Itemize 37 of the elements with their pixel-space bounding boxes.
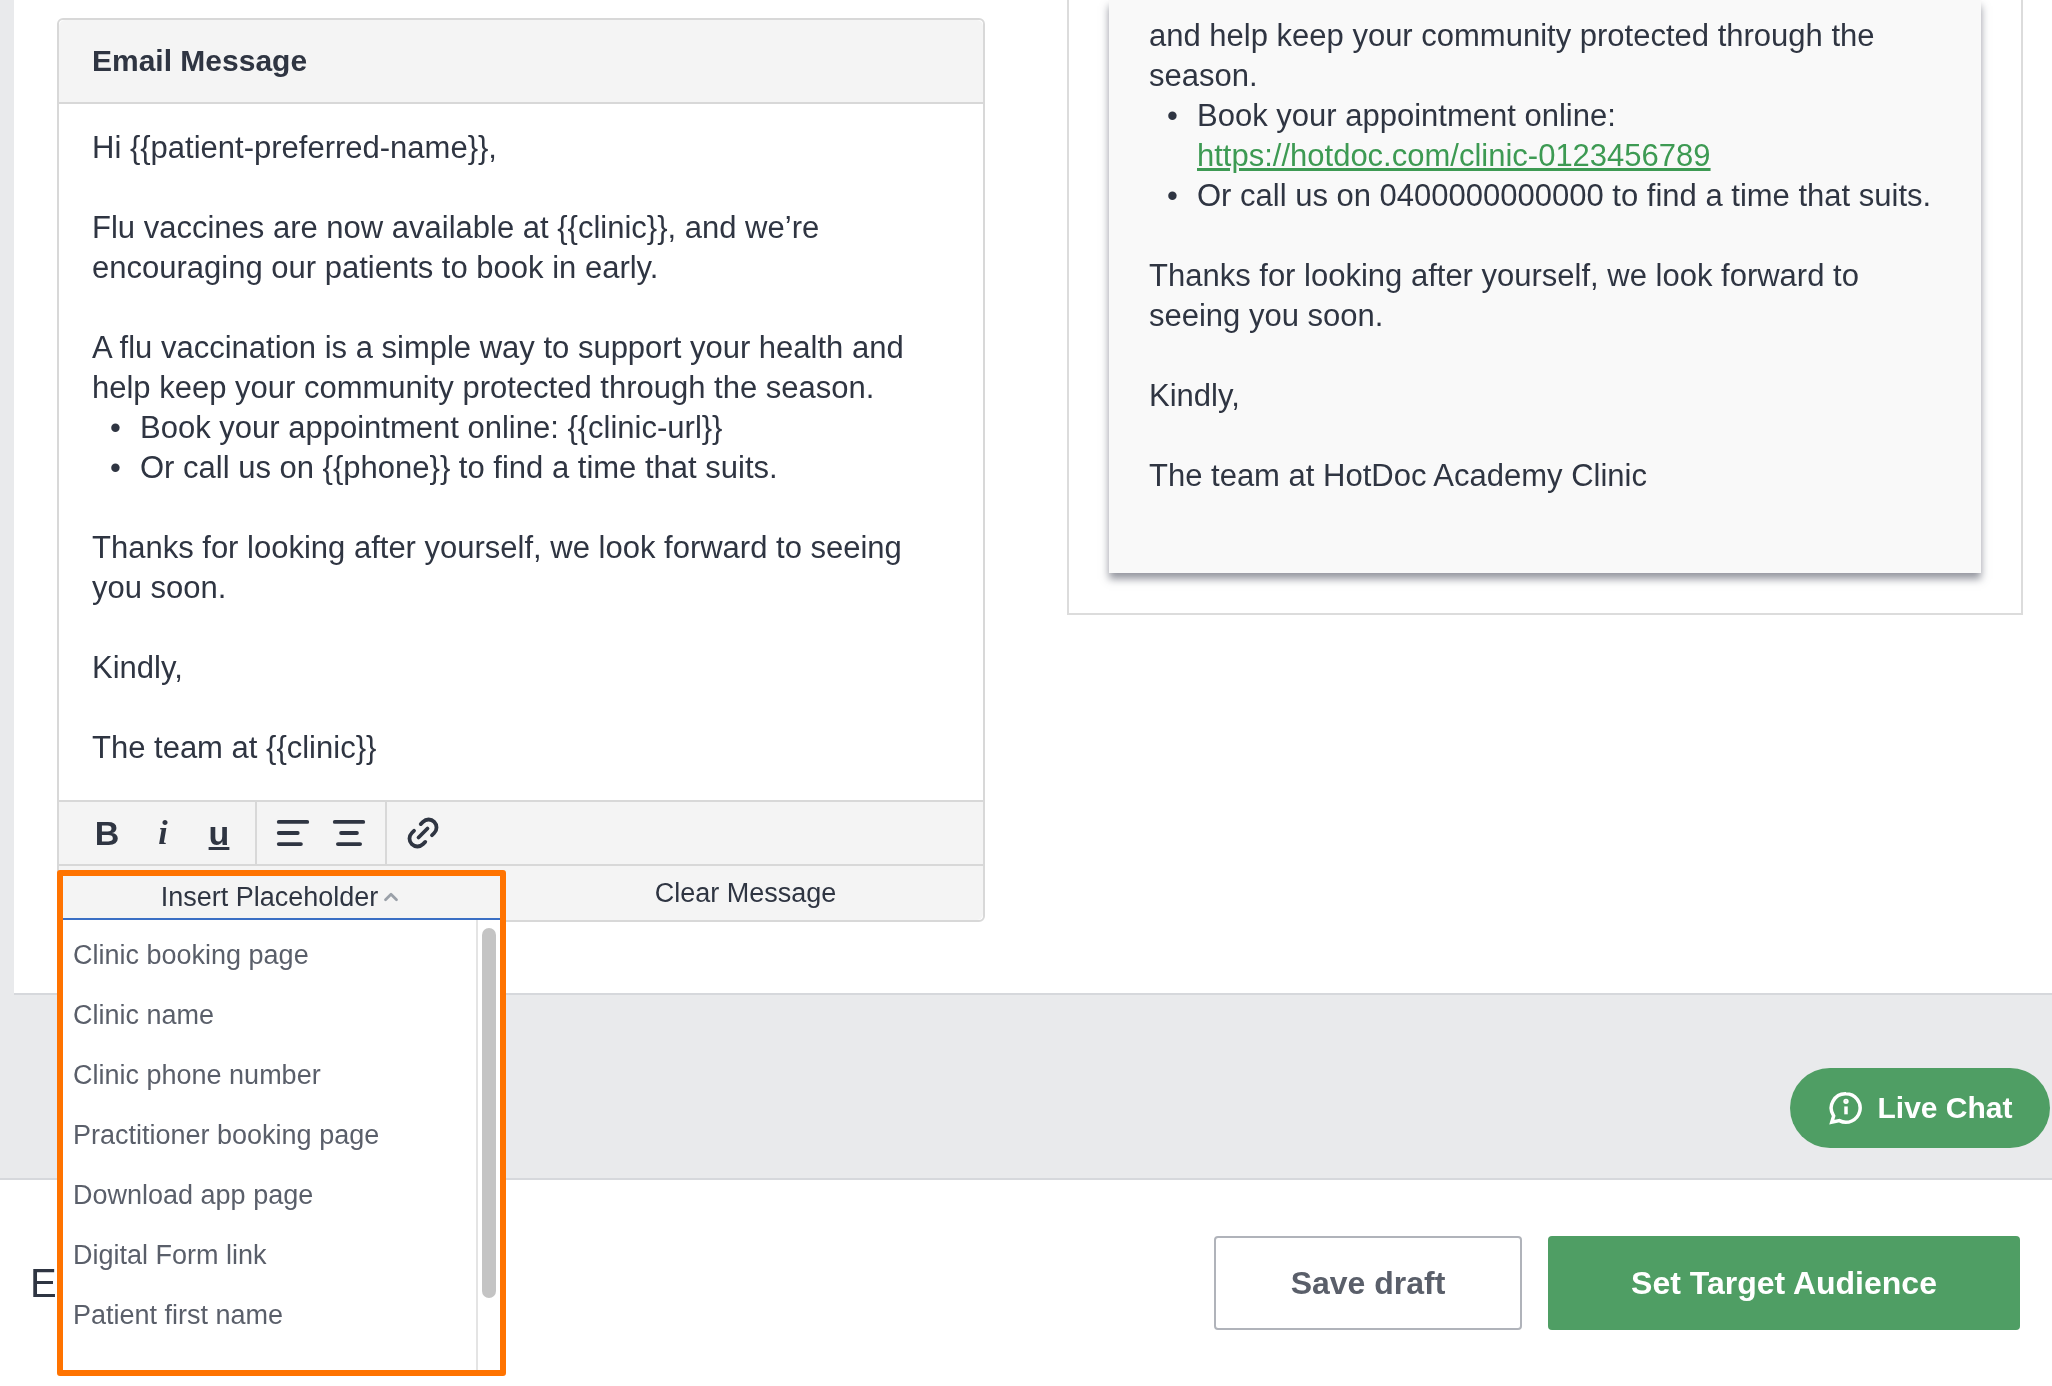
bold-button[interactable]: B (79, 808, 135, 858)
bullet-item: Book your appointment online: {{clinic-url}} (140, 409, 723, 447)
panel-title: Email Message (59, 20, 983, 104)
message-paragraph: Thanks for looking after yourself, we look forward to seeing you soon. (1149, 257, 1860, 335)
message-paragraph: Thanks for looking after yourself, we look forward to seeing you soon. (92, 529, 903, 607)
set-target-audience-button[interactable]: Set Target Audience (1548, 1236, 2020, 1330)
bullet-item: Book your appointment online: https://hotdoc.com/clinic-0123456789 (1197, 97, 1711, 175)
placeholder-option[interactable]: Digital Form link (63, 1225, 476, 1285)
placeholder-option[interactable]: Clinic phone number (63, 1045, 476, 1105)
italic-button[interactable]: i (135, 808, 191, 858)
placeholder-option[interactable]: Practitioner booking page (63, 1105, 476, 1165)
placeholder-option[interactable]: Download app page (63, 1165, 476, 1225)
bullet-item: Or call us on {{phone}} to find a time that suits. (140, 449, 778, 487)
insert-placeholder-button[interactable]: Insert Placeholder (63, 876, 500, 920)
placeholder-option[interactable]: Clinic name (63, 985, 476, 1045)
message-paragraph: Flu vaccines are now available at {{clinic}}, and we’re encouraging our patients to book in early. (92, 209, 821, 287)
save-draft-button[interactable]: Save draft (1214, 1236, 1522, 1330)
bullet-marker: • (110, 409, 122, 447)
message-paragraph: Hi {{patient-preferred-name}}, (92, 129, 498, 167)
message-paragraph: The team at {{clinic}} (92, 729, 378, 767)
booking-link[interactable]: https://hotdoc.com/clinic-0123456789 (1197, 138, 1711, 173)
bullet-marker: • (1167, 177, 1179, 215)
bullet-item: Or call us on 0400000000000 to find a time that suits. (1197, 177, 1932, 215)
placeholder-option[interactable]: Clinic booking page (63, 925, 476, 985)
message-paragraph: The team at HotDoc Academy Clinic (1149, 457, 1648, 495)
scrollbar-thumb[interactable] (482, 928, 496, 1298)
bullet-marker: • (110, 449, 122, 487)
message-paragraph: Kindly, (92, 649, 184, 687)
message-paragraph: A flu vaccination is a simple way to support your health and help keep your community protected through the season. (92, 329, 905, 407)
underline-button[interactable]: u (191, 808, 247, 858)
message-paragraph: Kindly, (1149, 377, 1241, 415)
clear-message-button[interactable]: Clear Message (508, 866, 983, 920)
bullet-marker: • (1167, 97, 1179, 135)
live-chat-button[interactable]: Live Chat (1790, 1068, 2050, 1148)
placeholder-option[interactable]: Patient first name (63, 1285, 476, 1345)
section-heading: E (30, 1260, 57, 1306)
message-paragraph: and help keep your community protected through the season. (1149, 17, 1876, 95)
